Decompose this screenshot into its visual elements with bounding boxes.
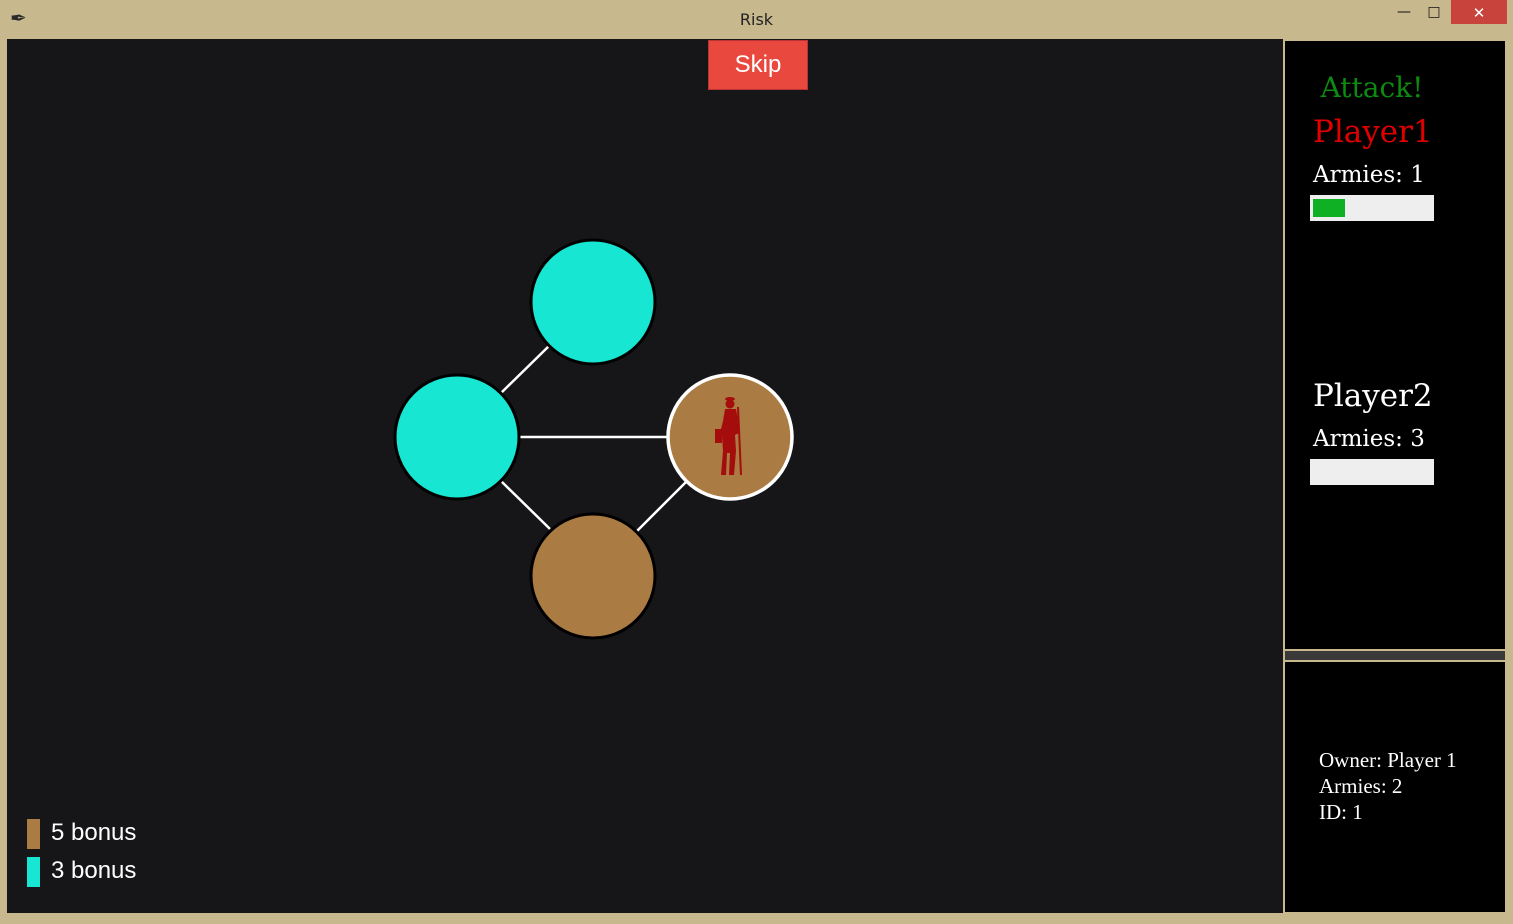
legend-label: 3 bonus — [51, 857, 137, 884]
skip-button[interactable]: Skip — [708, 40, 808, 90]
legend-swatch — [27, 857, 40, 887]
territory-west[interactable] — [393, 373, 521, 501]
player1-progress-fill — [1313, 199, 1345, 217]
close-button[interactable]: ✕ — [1451, 0, 1507, 24]
connection-west-south — [499, 479, 551, 530]
phase-label: Attack! — [1320, 71, 1424, 104]
territory-map — [393, 238, 794, 640]
legend-label: 5 bonus — [51, 819, 137, 846]
info-owner: Owner: Player 1 — [1319, 748, 1457, 772]
player1-progress-bar — [1310, 195, 1434, 221]
player1-name: Player1 — [1313, 114, 1433, 150]
player2-armies: Armies: 3 — [1313, 426, 1425, 452]
connection-north-west — [499, 344, 551, 395]
connections — [499, 344, 687, 532]
window-title: Risk — [739, 10, 774, 29]
connection-south-east — [636, 481, 687, 532]
minimize-button[interactable]: — — [1389, 0, 1419, 24]
info-id: ID: 1 — [1319, 800, 1363, 824]
title-bar: ✒ Risk — □ ✕ — [0, 0, 1513, 39]
maximize-button[interactable]: □ — [1419, 0, 1449, 24]
player-status-panel: Attack! Player1 Armies: 1 Player2 Armies… — [1285, 41, 1505, 649]
legend-swatch — [27, 819, 40, 849]
player1-armies: Armies: 1 — [1313, 162, 1425, 188]
territory-north[interactable] — [529, 238, 657, 366]
territory-south[interactable] — [529, 512, 657, 640]
player2-progress-bar — [1310, 459, 1434, 485]
player2-name: Player2 — [1313, 378, 1433, 414]
territory-info-panel: Owner: Player 1 Armies: 2 ID: 1 — [1285, 662, 1505, 912]
info-armies: Armies: 2 — [1319, 774, 1403, 798]
panel-divider[interactable] — [1285, 651, 1505, 660]
game-board: Skip 5 bonus 3 bonus — [7, 39, 1283, 913]
